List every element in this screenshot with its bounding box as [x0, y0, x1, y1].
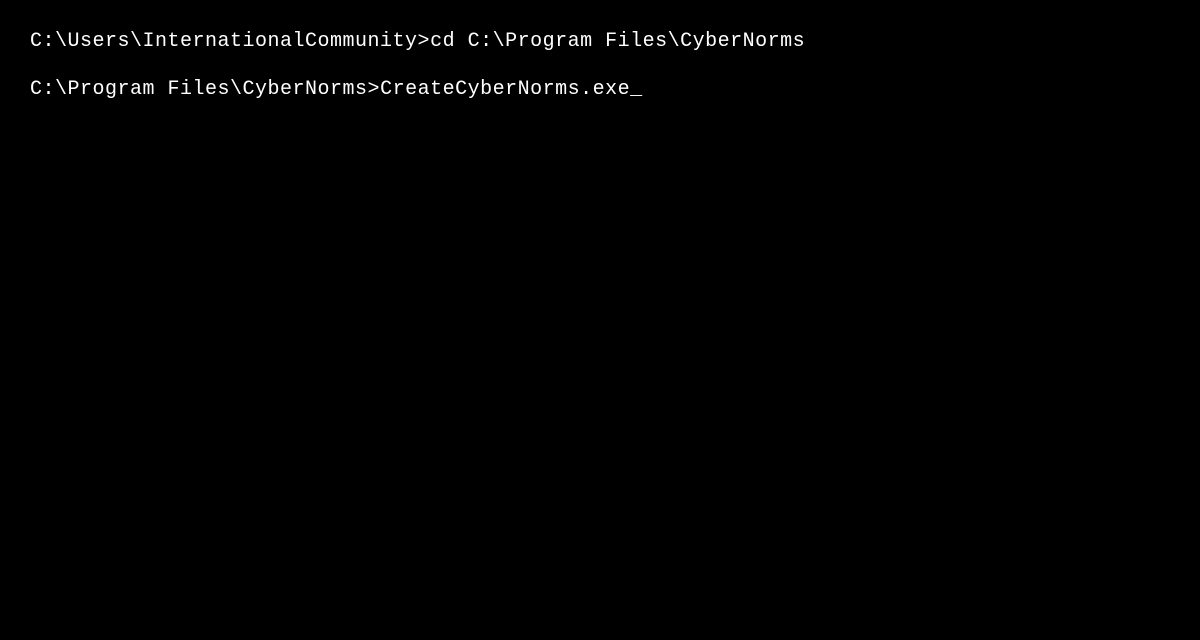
terminal-line: C:\Users\InternationalCommunity>cd C:\Pr…: [30, 28, 1170, 56]
terminal-line: C:\Program Files\CyberNorms>CreateCyberN…: [30, 76, 1170, 104]
command-text: CreateCyberNorms.exe: [380, 78, 630, 101]
command-text: cd C:\Program Files\CyberNorms: [430, 30, 805, 53]
prompt: C:\Program Files\CyberNorms>: [30, 78, 380, 101]
prompt: C:\Users\InternationalCommunity>: [30, 30, 430, 53]
terminal-output[interactable]: C:\Users\InternationalCommunity>cd C:\Pr…: [30, 28, 1170, 104]
cursor-icon: _: [630, 78, 643, 101]
